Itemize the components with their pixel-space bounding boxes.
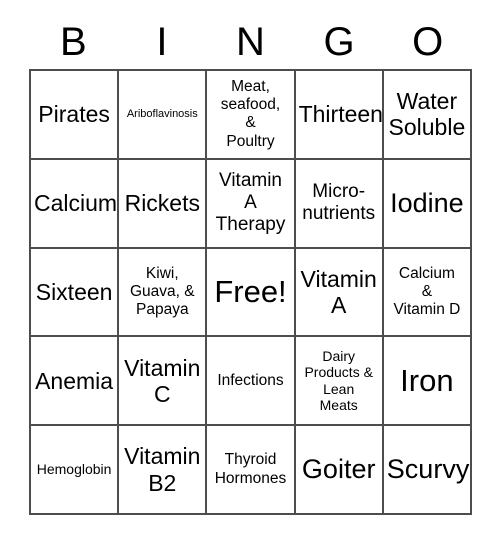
bingo-cell-r2-c2[interactable]: Rickets [119,159,208,249]
bingo-header-letter-n: N [236,20,265,64]
bingo-cell-label: Hemoglobin [36,461,112,478]
bingo-cell-label: Scurvy [386,454,470,485]
bingo-header-letter-b: B [59,20,87,64]
bingo-cell-r4-c3[interactable]: Infections [207,337,296,427]
bingo-cell-label: Iodine [390,188,464,219]
bingo-cell-r1-c2[interactable]: Ariboflavinosis [119,71,208,160]
bingo-header-letter-g: G [323,20,355,64]
bingo-cell-label: Calcium [34,190,118,217]
bingo-cell-label: Vitamin A Therapy [215,170,286,236]
bingo-cell-label: Vitamin C [124,354,201,407]
bingo-cell-r1-c3[interactable]: Meat, seafood, & Poultry [207,71,296,160]
bingo-cell-r4-c5[interactable]: Iron [383,337,472,427]
bingo-cell-label: Kiwi, Guava, & Papaya [129,264,195,319]
bingo-cell-label: Micro- nutrients [302,181,376,225]
bingo-cell-label: Ariboflavinosis [126,107,198,120]
bingo-header-letter-i: I [156,20,168,64]
bingo-grid: Pirates Ariboflavinosis Meat, seafood, & P… [29,69,472,515]
bingo-cell-label: Vitamin A [300,265,377,318]
bingo-cell-label: Pirates [38,101,110,128]
bingo-header-row: B I N G O [29,16,472,68]
bingo-header-letter-o: O [412,20,444,64]
bingo-cell-label: Water Soluble [388,88,466,141]
bingo-cell-r4-c4[interactable]: Dairy Products & Lean Meats [295,337,384,427]
bingo-cell-label: Thyroid Hormones [214,451,287,487]
bingo-free-space[interactable]: Free! [207,248,296,338]
bingo-cell-label: Infections [217,371,284,389]
bingo-cell-label: Sixteen [35,278,113,305]
bingo-cell-r2-c3[interactable]: Vitamin A Therapy [207,159,296,249]
bingo-cell-r5-c1[interactable]: Hemoglobin [31,426,120,515]
bingo-cell-r1-c1[interactable]: Pirates [31,71,120,160]
bingo-cell-r5-c4[interactable]: Goiter [295,426,384,515]
bingo-cell-r1-c5[interactable]: Water Soluble [383,71,472,160]
bingo-cell-r3-c2[interactable]: Kiwi, Guava, & Papaya [119,248,208,338]
bingo-cell-label: Iron [400,362,454,398]
bingo-cell-label: Goiter [301,454,376,485]
bingo-cell-r2-c5[interactable]: Iodine [383,159,472,249]
bingo-cell-r1-c4[interactable]: Thirteen [295,71,384,160]
bingo-cell-label: Dairy Products & Lean Meats [304,347,373,414]
bingo-cell-label: Free! [214,273,287,309]
bingo-cell-label: Thirteen [298,101,383,128]
bingo-cell-label: Meat, seafood, & Poultry [220,77,281,150]
bingo-cell-r2-c4[interactable]: Micro- nutrients [295,159,384,249]
bingo-card: B I N G O Pirates Ariboflavinosis Meat, se… [0,0,500,544]
bingo-cell-r3-c5[interactable]: Calcium & Vitamin D [383,248,472,338]
bingo-cell-label: Rickets [124,190,200,217]
bingo-cell-r3-c1[interactable]: Sixteen [31,248,120,338]
bingo-cell-r5-c2[interactable]: Vitamin B2 [119,426,208,515]
bingo-cell-label: Anemia [35,367,114,394]
bingo-cell-r4-c1[interactable]: Anemia [31,337,120,427]
bingo-cell-label: Calcium & Vitamin D [393,264,461,319]
bingo-cell-r2-c1[interactable]: Calcium [31,159,120,249]
bingo-cell-r4-c2[interactable]: Vitamin C [119,337,208,427]
bingo-cell-r5-c3[interactable]: Thyroid Hormones [207,426,296,515]
bingo-cell-label: Vitamin B2 [124,443,201,496]
bingo-cell-r3-c4[interactable]: Vitamin A [295,248,384,338]
bingo-cell-r5-c5[interactable]: Scurvy [383,426,472,515]
